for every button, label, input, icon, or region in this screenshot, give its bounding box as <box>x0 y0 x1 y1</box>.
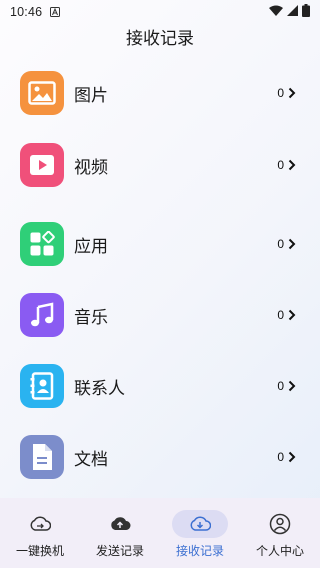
chevron-right-icon <box>288 238 296 250</box>
apps-grid-icon <box>20 222 64 266</box>
wifi-icon <box>269 5 283 19</box>
video-play-icon <box>20 143 64 187</box>
record-count: 0 <box>277 158 284 172</box>
record-count: 0 <box>277 450 284 464</box>
cloud-sync-icon <box>12 510 68 538</box>
chevron-right-icon <box>288 380 296 392</box>
record-row-music[interactable]: 音乐 0 <box>0 280 320 350</box>
record-row-videos[interactable]: 视频 0 <box>0 130 320 200</box>
record-count: 0 <box>277 379 284 393</box>
tab-receive-records[interactable]: 接收记录 <box>160 498 240 568</box>
chevron-right-icon <box>288 309 296 321</box>
record-label: 视频 <box>74 157 108 178</box>
chevron-right-icon <box>288 159 296 171</box>
tab-label: 发送记录 <box>95 544 144 558</box>
page-title: 接收记录 <box>126 29 194 49</box>
record-label: 文档 <box>74 449 108 470</box>
record-row-contacts[interactable]: 联系人 0 <box>0 351 320 421</box>
cloud-download-icon <box>172 510 228 538</box>
tab-label: 一键换机 <box>15 544 64 558</box>
record-count: 0 <box>277 237 284 251</box>
person-icon <box>252 510 308 538</box>
tab-personal-center[interactable]: 个人中心 <box>240 498 320 568</box>
signal-icon <box>287 5 298 19</box>
record-row-apps[interactable]: 应用 0 <box>0 209 320 279</box>
record-label: 图片 <box>74 85 108 106</box>
record-row-images[interactable]: 图片 0 <box>0 58 320 128</box>
record-row-documents[interactable]: 文档 0 <box>0 422 320 492</box>
tab-send-records[interactable]: 发送记录 <box>80 498 160 568</box>
music-note-icon <box>20 293 64 337</box>
record-label: 音乐 <box>74 307 108 328</box>
bottom-tab-bar: 一键换机 发送记录 接收记录 个人中心 <box>0 498 320 568</box>
record-count: 0 <box>277 308 284 322</box>
document-icon <box>20 435 64 479</box>
cloud-upload-icon <box>92 510 148 538</box>
tab-label: 接收记录 <box>175 544 224 558</box>
chevron-right-icon <box>288 87 296 99</box>
image-icon <box>20 71 64 115</box>
record-label: 应用 <box>74 236 108 257</box>
chevron-right-icon <box>288 451 296 463</box>
record-count: 0 <box>277 86 284 100</box>
tab-label: 个人中心 <box>255 544 304 558</box>
record-label: 联系人 <box>74 378 125 399</box>
notification-a-icon <box>50 7 61 17</box>
contacts-book-icon <box>20 364 64 408</box>
status-bar: 10:46 <box>0 0 320 24</box>
battery-icon <box>302 4 310 20</box>
status-time: 10:46 <box>10 5 43 19</box>
tab-one-click-switch[interactable]: 一键换机 <box>0 498 80 568</box>
